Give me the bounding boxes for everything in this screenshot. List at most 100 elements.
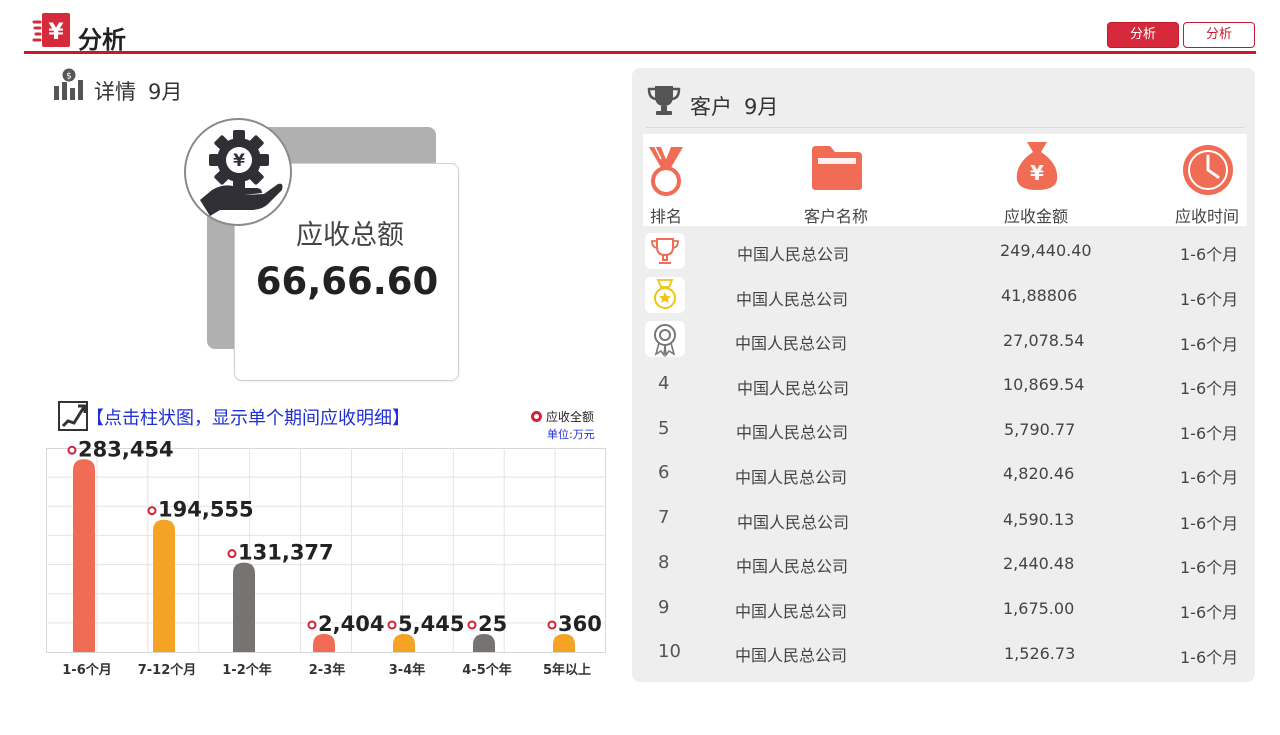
chart-bar[interactable] bbox=[553, 634, 575, 652]
value-marker bbox=[227, 549, 237, 559]
x-tick-label: 2-3年 bbox=[309, 662, 346, 678]
value-marker bbox=[147, 506, 157, 516]
period-value: 1-6个月 bbox=[1180, 514, 1239, 533]
detail-title-text: 详情 bbox=[94, 80, 136, 104]
trophy-badge-icon bbox=[651, 238, 679, 264]
amount-value: 1,675.00 bbox=[1003, 599, 1075, 618]
legend-marker bbox=[531, 411, 542, 422]
customer-name[interactable]: 中国人民总公司 bbox=[735, 464, 847, 488]
customer-name[interactable]: 中国人民总公司 bbox=[735, 330, 847, 354]
customer-name[interactable]: 中国人民总公司 bbox=[737, 241, 849, 265]
column-rank: 排名 bbox=[650, 207, 683, 226]
period-value: 1-6个月 bbox=[1180, 468, 1239, 487]
star-medal-icon bbox=[654, 279, 676, 309]
svg-text:¥: ¥ bbox=[48, 20, 64, 45]
rosette-icon bbox=[654, 324, 676, 358]
rank-badge-gold bbox=[645, 233, 685, 269]
svg-text:¥: ¥ bbox=[1030, 161, 1044, 185]
bar-value-label: 283,454 bbox=[78, 437, 174, 461]
receivable-bar-chart[interactable]: 283,454 1-6个月 194,555 7-12个月 131,377 1-2个年 2,4… bbox=[46, 437, 606, 686]
column-customer-name: 客户名称 bbox=[804, 207, 869, 226]
period-value: 1-6个月 bbox=[1180, 335, 1239, 354]
money-bag-icon: ¥ bbox=[1016, 142, 1058, 190]
customer-title: 客户 9月 bbox=[690, 91, 778, 121]
column-amount: 应收金额 bbox=[1004, 207, 1069, 226]
customer-month: 9月 bbox=[744, 95, 779, 119]
rank-badge-bronze bbox=[645, 321, 685, 358]
yen-logo-icon: ¥ bbox=[32, 13, 70, 47]
chart-bar[interactable] bbox=[313, 634, 335, 652]
chart-bar[interactable] bbox=[393, 634, 415, 652]
analysis-button-primary[interactable]: 分析 bbox=[1107, 22, 1179, 48]
customer-name[interactable]: 中国人民总公司 bbox=[737, 375, 849, 399]
period-value: 1-6个月 bbox=[1180, 379, 1239, 398]
bar-value-label: 194,555 bbox=[158, 498, 254, 522]
customer-name[interactable]: 中国人民总公司 bbox=[737, 509, 849, 533]
panel-divider bbox=[646, 127, 1244, 128]
trophy-icon bbox=[647, 86, 681, 115]
chart-bar[interactable] bbox=[153, 519, 175, 652]
rank-badge-silver bbox=[645, 277, 685, 313]
customer-name[interactable]: 中国人民总公司 bbox=[735, 642, 847, 666]
value-marker bbox=[67, 445, 77, 455]
x-tick-label: 7-12个月 bbox=[138, 662, 197, 678]
bar-value-label: 360 bbox=[558, 612, 602, 636]
chart-bar[interactable] bbox=[233, 562, 255, 652]
value-marker bbox=[467, 620, 477, 630]
amount-value: 5,790.77 bbox=[1004, 420, 1076, 439]
analysis-button-secondary[interactable]: 分析 bbox=[1183, 22, 1255, 48]
amount-value: 2,440.48 bbox=[1003, 554, 1075, 573]
folder-icon bbox=[812, 146, 862, 190]
amount-value: 249,440.40 bbox=[1000, 241, 1092, 260]
amount-value: 10,869.54 bbox=[1003, 375, 1085, 394]
value-marker bbox=[387, 620, 397, 630]
unit-label: 单位:万元 bbox=[547, 428, 595, 441]
medal-icon bbox=[649, 146, 683, 196]
bar-value-label: 131,377 bbox=[238, 541, 334, 565]
header-divider bbox=[24, 51, 1256, 54]
period-value: 1-6个月 bbox=[1180, 558, 1239, 577]
trend-arrow-icon bbox=[58, 401, 88, 431]
rank-number: 4 bbox=[658, 373, 670, 394]
customer-name[interactable]: 中国人民总公司 bbox=[736, 286, 848, 310]
x-tick-label: 3-4年 bbox=[389, 662, 426, 678]
yen-gear-hand-icon: ¥ bbox=[200, 130, 283, 216]
column-period: 应收时间 bbox=[1175, 207, 1240, 226]
value-marker bbox=[547, 620, 557, 630]
chart-bar[interactable] bbox=[473, 634, 495, 652]
rank-number: 9 bbox=[658, 597, 670, 618]
bar-value-label: 2,404 bbox=[318, 612, 384, 636]
period-value: 1-6个月 bbox=[1180, 603, 1239, 622]
period-value: 1-6个月 bbox=[1180, 424, 1239, 443]
customer-name[interactable]: 中国人民总公司 bbox=[736, 419, 848, 443]
rank-number: 10 bbox=[658, 641, 681, 662]
period-value: 1-6个月 bbox=[1180, 648, 1239, 667]
value-marker bbox=[307, 620, 317, 630]
amount-value: 27,078.54 bbox=[1003, 331, 1085, 350]
amount-value: 1,526.73 bbox=[1004, 644, 1076, 663]
rank-number: 6 bbox=[658, 462, 670, 483]
detail-title: 详情 9月 bbox=[94, 76, 182, 106]
customer-title-text: 客户 bbox=[690, 95, 732, 119]
clock-icon bbox=[1183, 145, 1233, 195]
chart-legend: 应收全额 bbox=[531, 408, 594, 425]
period-value: 1-6个月 bbox=[1180, 245, 1239, 264]
chart-hint: 【点击柱状图，显示单个期间应收明细】 bbox=[86, 408, 410, 429]
svg-text:$: $ bbox=[66, 72, 72, 82]
table-header bbox=[643, 134, 1247, 226]
x-tick-label: 1-6个月 bbox=[62, 662, 112, 678]
svg-text:¥: ¥ bbox=[233, 151, 245, 171]
bar-chart-coin-icon: $ bbox=[54, 68, 83, 100]
amount-value: 41,88806 bbox=[1001, 286, 1078, 305]
rank-number: 7 bbox=[658, 507, 670, 528]
chart-bar[interactable] bbox=[73, 459, 95, 652]
customer-name[interactable]: 中国人民总公司 bbox=[736, 553, 848, 577]
total-value: 66,66.60 bbox=[255, 260, 439, 303]
bar-value-label: 25 bbox=[478, 612, 507, 636]
amount-value: 4,820.46 bbox=[1003, 464, 1075, 483]
money-badge: ¥ bbox=[184, 118, 292, 226]
rank-number: 8 bbox=[658, 552, 670, 573]
page-title: 分析 bbox=[78, 26, 126, 54]
customer-name[interactable]: 中国人民总公司 bbox=[735, 598, 847, 622]
x-tick-label: 5年以上 bbox=[543, 662, 591, 678]
